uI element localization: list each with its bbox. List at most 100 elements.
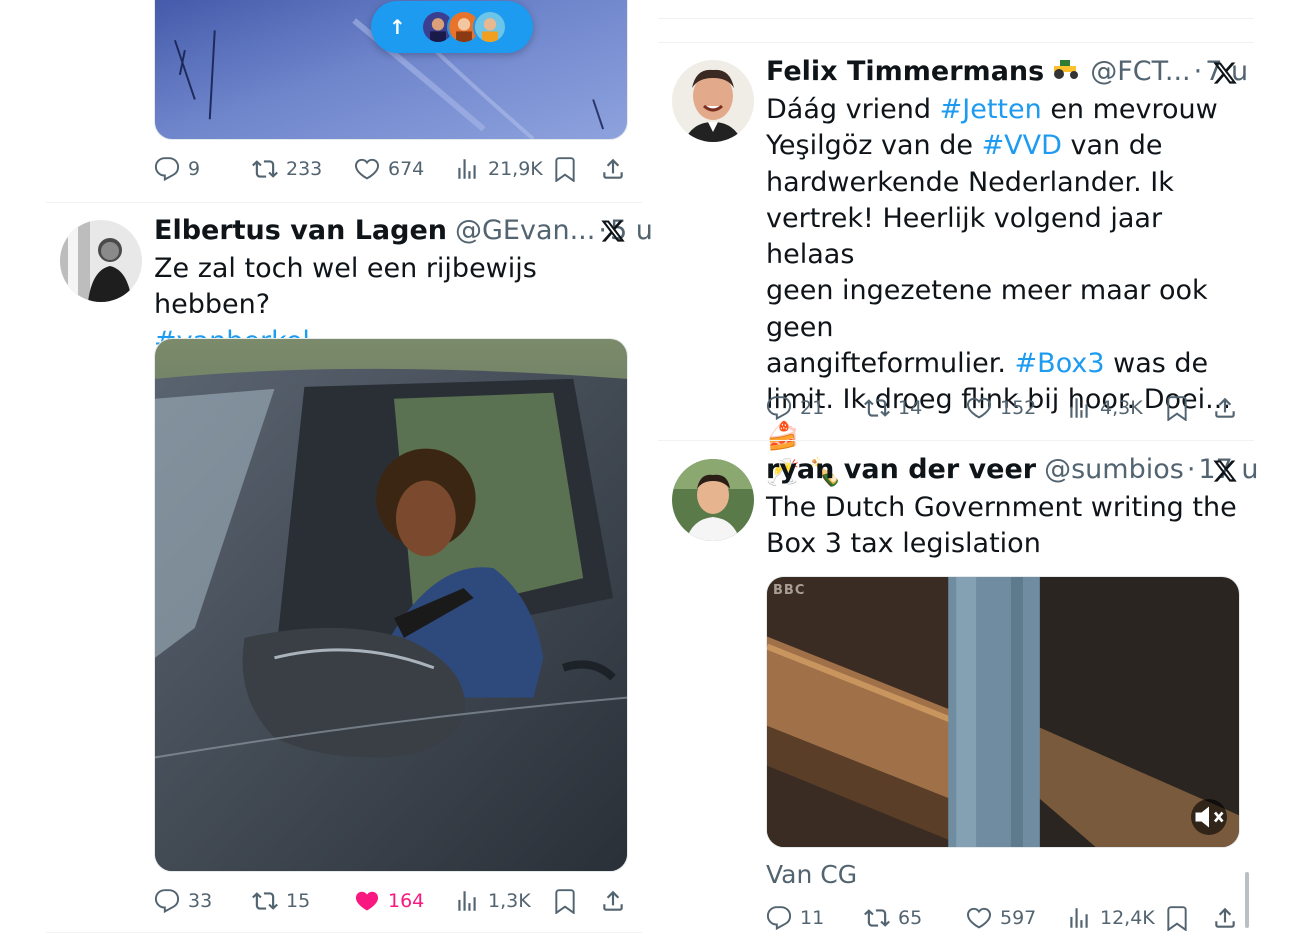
like-count: 597 (1000, 907, 1037, 929)
tweet-actions: 33 15 164 1,3K (154, 886, 628, 916)
avatar-ryan (672, 459, 754, 541)
reply-button[interactable]: 33 (154, 888, 212, 914)
right-column: Felix Timmermans @FCT... · 7 u Dáág vrie… (658, 0, 1258, 938)
x-logo-icon (601, 220, 625, 242)
tweet-media-car[interactable] (154, 338, 628, 872)
car-photo (155, 339, 627, 871)
like-count: 164 (388, 890, 425, 912)
like-button[interactable]: 164 (354, 888, 424, 914)
top-tweet-media[interactable]: ↑ (154, 0, 628, 140)
tweet-text-line: geen ingezetene meer maar ook geen (766, 275, 1208, 343)
bookmark-icon (555, 889, 575, 914)
separator-dot: · (1193, 56, 1203, 87)
handle[interactable]: @FCT... (1090, 55, 1190, 89)
share-icon (1215, 907, 1235, 928)
repost-icon (864, 909, 890, 927)
tweet-divider (46, 932, 642, 933)
tweet-actions: 11 65 597 12,4K (766, 903, 1240, 933)
reply-button[interactable]: 21 (766, 395, 824, 421)
top-tweet-actions: 9 233 674 21,9K (154, 154, 628, 184)
share-button[interactable] (1212, 905, 1238, 931)
tweet-video[interactable]: BBC (766, 576, 1240, 848)
view-count: 1,3K (488, 890, 531, 912)
repost-button[interactable]: 233 (252, 156, 322, 182)
share-button[interactable] (600, 888, 626, 914)
tweet-divider (658, 440, 1254, 441)
reply-button[interactable]: 11 (766, 905, 824, 931)
like-button[interactable]: 597 (966, 905, 1036, 931)
display-name[interactable]: ryan van der veer (766, 453, 1036, 487)
share-icon (603, 890, 623, 911)
separator-dot: · (1186, 454, 1196, 485)
repost-button[interactable]: 14 (864, 395, 922, 421)
x-logo-icon (1213, 460, 1237, 482)
share-button[interactable] (1212, 395, 1238, 421)
hashtag-link[interactable]: #VVD (982, 130, 1062, 161)
like-button[interactable]: 674 (354, 156, 424, 182)
arrow-up-icon: ↑ (389, 15, 406, 39)
video-attribution[interactable]: Van CG (766, 860, 857, 889)
heart-icon (966, 397, 992, 419)
avatar-felix (672, 60, 754, 142)
video-watermark: BBC (773, 583, 806, 598)
avatar-elbertus (60, 220, 142, 302)
share-icon (603, 158, 623, 179)
like-count: 674 (388, 158, 425, 180)
tweet-header: ryan van der veer @sumbios · 17 u (766, 453, 1258, 487)
tweet-divider (46, 202, 642, 203)
avatar[interactable] (672, 459, 754, 541)
repost-count: 14 (898, 397, 923, 419)
reply-icon (154, 157, 180, 182)
tweet-text: Dáág vriend #Jetten en mevrouw Yeşilgöz … (766, 92, 1252, 491)
views-button[interactable]: 1,3K (454, 888, 531, 914)
repost-count: 65 (898, 907, 923, 929)
reply-count: 21 (800, 397, 825, 419)
like-button[interactable]: 152 (966, 395, 1036, 421)
views-button[interactable]: 12,4K (1066, 905, 1155, 931)
views-icon (458, 159, 476, 179)
hashtag-link[interactable]: #Jetten (940, 94, 1042, 125)
hashtag-link[interactable]: #Box3 (1015, 348, 1105, 379)
handle[interactable]: @GEvan... (455, 214, 595, 248)
tweet-text: The Dutch Government writing the Box 3 t… (766, 490, 1252, 563)
tweet-divider (658, 42, 1254, 43)
heart-icon (354, 158, 380, 180)
reply-button[interactable]: 9 (154, 156, 200, 182)
new-posts-pill[interactable]: ↑ (371, 1, 533, 53)
repost-icon (252, 160, 278, 178)
tractor-emoji-icon (1054, 60, 1079, 79)
repost-button[interactable]: 65 (864, 905, 922, 931)
bookmark-button[interactable] (552, 156, 578, 182)
views-icon (458, 891, 476, 911)
repost-count: 15 (286, 890, 311, 912)
bookmark-button[interactable] (1164, 905, 1190, 931)
avatar[interactable] (672, 60, 754, 142)
handle[interactable]: @sumbios (1044, 453, 1184, 487)
tweet-actions: 21 14 152 4,3K (766, 393, 1240, 423)
muted-speaker-icon (1195, 806, 1224, 828)
repost-button[interactable]: 15 (252, 888, 310, 914)
reply-icon (766, 906, 792, 931)
pill-avatar (473, 10, 507, 44)
views-button[interactable]: 21,9K (454, 156, 543, 182)
tweet-text-line: Yeşilgöz van de #VVD van de (766, 130, 1163, 162)
mute-button[interactable] (1191, 799, 1227, 835)
tweet-text-line: hardwerkende Nederlander. Ik (766, 166, 1174, 198)
bookmark-button[interactable] (552, 888, 578, 914)
heart-icon (966, 907, 992, 929)
bookmark-icon (1167, 396, 1187, 421)
display-name[interactable]: Felix Timmermans (766, 55, 1044, 89)
share-button[interactable] (600, 156, 626, 182)
views-button[interactable]: 4,3K (1066, 395, 1143, 421)
views-icon (1070, 908, 1088, 928)
tweet-text-line: Dáág vriend #Jetten en mevrouw (766, 94, 1218, 125)
tweet-text-line: Ze zal toch wel een rijbewijs hebben? (154, 253, 537, 321)
tweet-divider (658, 18, 1254, 19)
scrollbar-thumb[interactable] (1245, 872, 1249, 928)
avatar[interactable] (60, 220, 142, 302)
x-logo-icon (1213, 62, 1237, 84)
tweet-text-line: Box 3 tax legislation (766, 528, 1041, 560)
display-name[interactable]: Elbertus van Lagen (154, 214, 447, 248)
bookmark-button[interactable] (1164, 395, 1190, 421)
reply-count: 33 (188, 890, 213, 912)
